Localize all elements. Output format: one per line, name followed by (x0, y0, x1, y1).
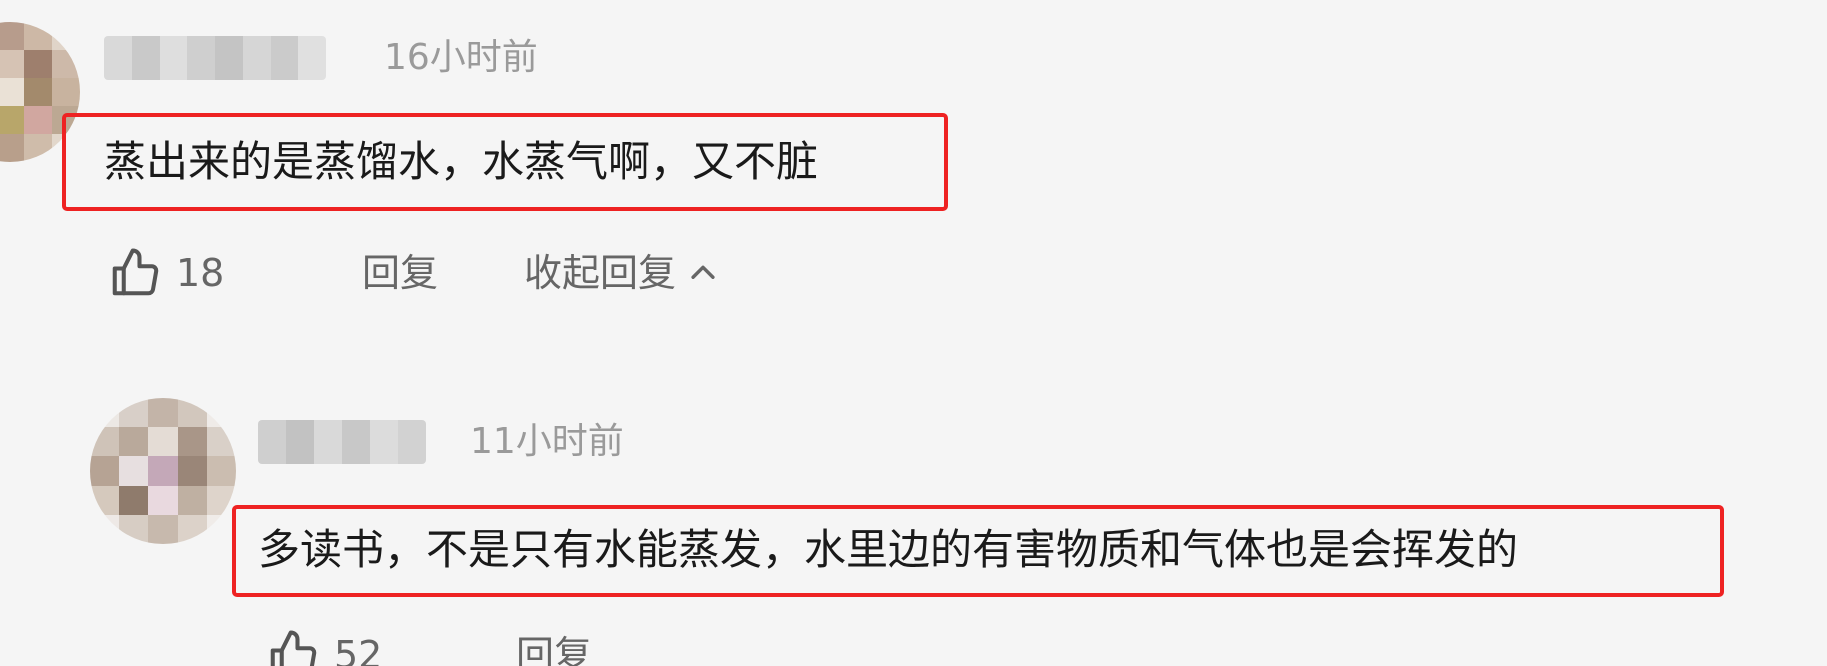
comment-text: 多读书，不是只有水能蒸发，水里边的有害物质和气体也是会挥发的 (258, 525, 1519, 574)
comment-timestamp: 16小时前 (384, 37, 538, 78)
like-button[interactable]: 18 (108, 246, 224, 300)
chevron-up-icon (691, 265, 715, 279)
collapse-replies-button[interactable]: 收起回复 (524, 246, 720, 300)
username-blurred[interactable] (104, 36, 326, 80)
reply-button[interactable]: 回复 (362, 246, 438, 300)
thumbs-up-icon (270, 630, 317, 666)
comment-text: 蒸出来的是蒸馏水，水蒸气啊，又不脏 (104, 137, 819, 186)
collapse-replies-label: 收起回复 (524, 251, 677, 295)
reply-button[interactable]: 回复 (516, 628, 592, 666)
like-button[interactable]: 52 (266, 628, 382, 666)
username-blurred[interactable] (258, 420, 426, 464)
like-count: 18 (176, 251, 225, 295)
avatar[interactable] (90, 398, 236, 544)
like-count: 52 (334, 633, 383, 666)
comment-timestamp: 11小时前 (470, 421, 624, 462)
thumbs-up-icon (112, 248, 159, 296)
comment-thread: 16小时前 蒸出来的是蒸馏水，水蒸气啊，又不脏 18 回复 收起回复 11小时前 (0, 0, 1827, 666)
